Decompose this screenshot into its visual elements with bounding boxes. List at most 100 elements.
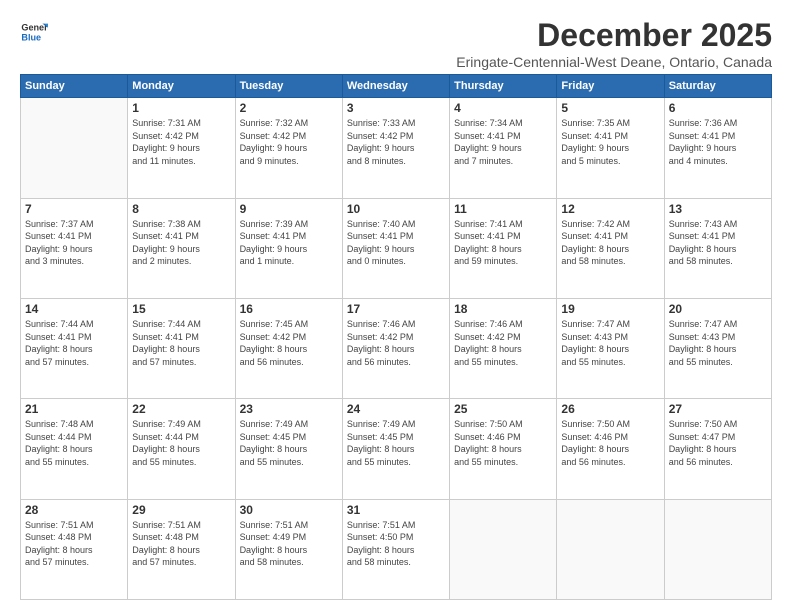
day-info: Sunrise: 7:47 AM Sunset: 4:43 PM Dayligh… xyxy=(669,318,767,368)
header: General Blue December 2025 Eringate-Cent… xyxy=(20,18,772,70)
calendar-cell: 3 Sunrise: 7:33 AM Sunset: 4:42 PM Daylig… xyxy=(342,98,449,198)
calendar-cell: 13 Sunrise: 7:43 AM Sunset: 4:41 PM Dayli… xyxy=(664,198,771,298)
day-number: 30 xyxy=(240,503,338,517)
logo-icon: General Blue xyxy=(20,18,48,46)
day-number: 22 xyxy=(132,402,230,416)
calendar-cell: 26Sunrise: 7:50 AM Sunset: 4:46 PM Dayli… xyxy=(557,399,664,499)
day-number: 25 xyxy=(454,402,552,416)
calendar-cell: 28Sunrise: 7:51 AM Sunset: 4:48 PM Dayli… xyxy=(21,499,128,599)
day-number: 9 xyxy=(240,202,338,216)
calendar-cell: 14 Sunrise: 7:44 AM Sunset: 4:41 PM Dayli… xyxy=(21,298,128,398)
day-info: Sunrise: 7:49 AM Sunset: 4:45 PM Dayligh… xyxy=(347,418,445,468)
day-info: Sunrise: 7:47 AM Sunset: 4:43 PM Dayligh… xyxy=(561,318,659,368)
calendar-cell: 15 Sunrise: 7:44 AM Sunset: 4:41 PM Dayli… xyxy=(128,298,235,398)
day-info: Sunrise: 7:44 AM Sunset: 4:41 PM Dayligh… xyxy=(132,318,230,368)
day-number: 5 xyxy=(561,101,659,115)
day-info: Sunrise: 7:33 AM Sunset: 4:42 PM Dayligh… xyxy=(347,117,445,167)
day-info: Sunrise: 7:40 AM Sunset: 4:41 PM Dayligh… xyxy=(347,218,445,268)
day-number: 19 xyxy=(561,302,659,316)
day-info: Sunrise: 7:42 AM Sunset: 4:41 PM Dayligh… xyxy=(561,218,659,268)
calendar-cell: 9 Sunrise: 7:39 AM Sunset: 4:41 PM Daylig… xyxy=(235,198,342,298)
day-info: Sunrise: 7:51 AM Sunset: 4:48 PM Dayligh… xyxy=(132,519,230,569)
day-number: 17 xyxy=(347,302,445,316)
calendar-week-5: 28 Sunrise: 7:51 AM Sunset: 4:48 PM Dayli… xyxy=(21,499,772,599)
day-info: Sunrise: 7:36 AM Sunset: 4:41 PM Dayligh… xyxy=(669,117,767,167)
calendar-week-1: 1 Sunrise: 7:31 AM Sunset: 4:42 PM Daylig… xyxy=(21,98,772,198)
day-info: Sunrise: 7:45 AM Sunset: 4:42 PM Dayligh… xyxy=(240,318,338,368)
calendar-cell: 31 Sunrise: 7:51 AM Sunset: 4:50 PM Dayli… xyxy=(342,499,449,599)
day-number: 14 xyxy=(25,302,123,316)
calendar-cell: 8Sunrise: 7:38 AM Sunset: 4:41 PM Daylig… xyxy=(128,198,235,298)
day-info: Sunrise: 7:50 AM Sunset: 4:47 PM Dayligh… xyxy=(669,418,767,468)
day-info: Sunrise: 7:51 AM Sunset: 4:50 PM Dayligh… xyxy=(347,519,445,569)
calendar-cell xyxy=(557,499,664,599)
day-number: 7 xyxy=(25,202,123,216)
header-tuesday: Tuesday xyxy=(235,75,342,98)
day-number: 6 xyxy=(669,101,767,115)
calendar-cell: 20Sunrise: 7:47 AM Sunset: 4:43 PM Dayli… xyxy=(664,298,771,398)
header-monday: Monday xyxy=(128,75,235,98)
month-title: December 2025 xyxy=(456,18,772,53)
day-number: 2 xyxy=(240,101,338,115)
day-info: Sunrise: 7:35 AM Sunset: 4:41 PM Dayligh… xyxy=(561,117,659,167)
calendar-week-3: 14 Sunrise: 7:44 AM Sunset: 4:41 PM Dayli… xyxy=(21,298,772,398)
day-number: 8 xyxy=(132,202,230,216)
calendar-week-2: 7 Sunrise: 7:37 AM Sunset: 4:41 PM Daylig… xyxy=(21,198,772,298)
day-info: Sunrise: 7:49 AM Sunset: 4:45 PM Dayligh… xyxy=(240,418,338,468)
day-number: 23 xyxy=(240,402,338,416)
header-saturday: Saturday xyxy=(664,75,771,98)
day-info: Sunrise: 7:44 AM Sunset: 4:41 PM Dayligh… xyxy=(25,318,123,368)
day-number: 29 xyxy=(132,503,230,517)
day-info: Sunrise: 7:49 AM Sunset: 4:44 PM Dayligh… xyxy=(132,418,230,468)
calendar-cell: 6 Sunrise: 7:36 AM Sunset: 4:41 PM Daylig… xyxy=(664,98,771,198)
weekday-header-row: Sunday Monday Tuesday Wednesday Thursday… xyxy=(21,75,772,98)
day-number: 28 xyxy=(25,503,123,517)
day-number: 1 xyxy=(132,101,230,115)
day-number: 31 xyxy=(347,503,445,517)
day-number: 15 xyxy=(132,302,230,316)
day-number: 21 xyxy=(25,402,123,416)
calendar-cell xyxy=(664,499,771,599)
day-number: 12 xyxy=(561,202,659,216)
day-number: 27 xyxy=(669,402,767,416)
day-info: Sunrise: 7:51 AM Sunset: 4:49 PM Dayligh… xyxy=(240,519,338,569)
calendar-cell: 7 Sunrise: 7:37 AM Sunset: 4:41 PM Daylig… xyxy=(21,198,128,298)
calendar-cell: 4Sunrise: 7:34 AM Sunset: 4:41 PM Daylig… xyxy=(450,98,557,198)
title-block: December 2025 Eringate-Centennial-West D… xyxy=(456,18,772,70)
day-number: 18 xyxy=(454,302,552,316)
calendar-cell: 12 Sunrise: 7:42 AM Sunset: 4:41 PM Dayli… xyxy=(557,198,664,298)
header-friday: Friday xyxy=(557,75,664,98)
calendar-cell: 30 Sunrise: 7:51 AM Sunset: 4:49 PM Dayli… xyxy=(235,499,342,599)
day-info: Sunrise: 7:34 AM Sunset: 4:41 PM Dayligh… xyxy=(454,117,552,167)
calendar-cell: 22 Sunrise: 7:49 AM Sunset: 4:44 PM Dayli… xyxy=(128,399,235,499)
day-number: 16 xyxy=(240,302,338,316)
calendar-cell: 1 Sunrise: 7:31 AM Sunset: 4:42 PM Daylig… xyxy=(128,98,235,198)
day-number: 24 xyxy=(347,402,445,416)
calendar-cell xyxy=(450,499,557,599)
day-info: Sunrise: 7:31 AM Sunset: 4:42 PM Dayligh… xyxy=(132,117,230,167)
day-info: Sunrise: 7:32 AM Sunset: 4:42 PM Dayligh… xyxy=(240,117,338,167)
calendar-cell: 23 Sunrise: 7:49 AM Sunset: 4:45 PM Dayli… xyxy=(235,399,342,499)
day-number: 3 xyxy=(347,101,445,115)
day-info: Sunrise: 7:43 AM Sunset: 4:41 PM Dayligh… xyxy=(669,218,767,268)
calendar-cell: 16 Sunrise: 7:45 AM Sunset: 4:42 PM Dayli… xyxy=(235,298,342,398)
logo: General Blue xyxy=(20,18,50,46)
day-info: Sunrise: 7:39 AM Sunset: 4:41 PM Dayligh… xyxy=(240,218,338,268)
calendar-cell: 10 Sunrise: 7:40 AM Sunset: 4:41 PM Dayli… xyxy=(342,198,449,298)
calendar-cell: 27 Sunrise: 7:50 AM Sunset: 4:47 PM Dayli… xyxy=(664,399,771,499)
header-thursday: Thursday xyxy=(450,75,557,98)
location-title: Eringate-Centennial-West Deane, Ontario,… xyxy=(456,54,772,70)
calendar-cell: 2 Sunrise: 7:32 AM Sunset: 4:42 PM Daylig… xyxy=(235,98,342,198)
calendar-cell: 25 Sunrise: 7:50 AM Sunset: 4:46 PM Dayli… xyxy=(450,399,557,499)
day-info: Sunrise: 7:48 AM Sunset: 4:44 PM Dayligh… xyxy=(25,418,123,468)
calendar-cell: 5 Sunrise: 7:35 AM Sunset: 4:41 PM Daylig… xyxy=(557,98,664,198)
day-info: Sunrise: 7:37 AM Sunset: 4:41 PM Dayligh… xyxy=(25,218,123,268)
header-wednesday: Wednesday xyxy=(342,75,449,98)
day-info: Sunrise: 7:41 AM Sunset: 4:41 PM Dayligh… xyxy=(454,218,552,268)
calendar-cell: 11Sunrise: 7:41 AM Sunset: 4:41 PM Dayli… xyxy=(450,198,557,298)
day-number: 10 xyxy=(347,202,445,216)
page: General Blue December 2025 Eringate-Cent… xyxy=(0,0,792,612)
day-info: Sunrise: 7:46 AM Sunset: 4:42 PM Dayligh… xyxy=(347,318,445,368)
day-number: 13 xyxy=(669,202,767,216)
day-info: Sunrise: 7:50 AM Sunset: 4:46 PM Dayligh… xyxy=(454,418,552,468)
